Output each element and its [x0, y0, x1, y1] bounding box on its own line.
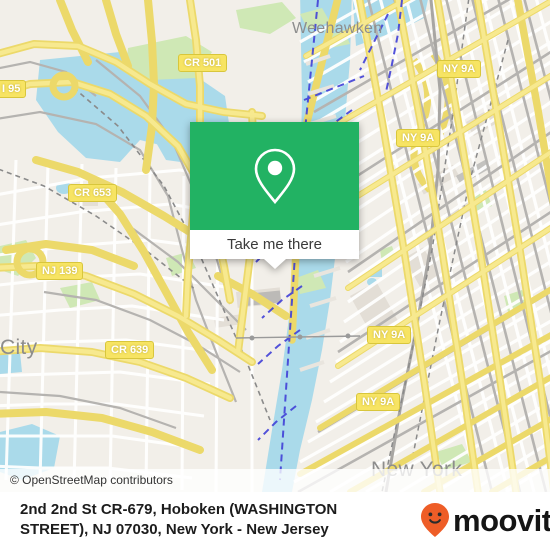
caption-line-1: 2nd 2nd St CR-679, Hoboken (WASHINGTON — [20, 501, 338, 518]
city-label-jersey-city: City — [0, 336, 38, 359]
road-shield-cr501: CR 501 — [178, 54, 228, 72]
map-popup-card[interactable]: Take me there — [190, 122, 359, 269]
road-shield-i95: I 95 — [0, 80, 27, 98]
road-shield-ny9a-3: NY 9A — [367, 326, 412, 344]
map-attribution-bar: © OpenStreetMap contributors — [0, 469, 550, 492]
city-label-weehawken: Weehawken — [292, 20, 383, 37]
road-shield-cr653: CR 653 — [68, 184, 118, 202]
take-me-there-button[interactable]: Take me there — [227, 236, 322, 253]
map-pin-icon — [254, 148, 295, 205]
road-shield-nj139: NJ 139 — [36, 262, 84, 280]
popup-header — [190, 122, 359, 230]
caption-line-2: STREET), NJ 07030, New York - New Jersey — [20, 521, 329, 538]
road-shield-ny9a-4: NY 9A — [356, 393, 401, 411]
popup-tail — [263, 259, 286, 269]
map-screenshot: Weehawken New York City I 95 CR 501 CR 6… — [0, 0, 550, 550]
moovit-smiley-pin-icon — [421, 503, 449, 537]
road-shield-ny9a-2: NY 9A — [396, 129, 441, 147]
road-shield-ny9a-1: NY 9A — [437, 60, 482, 78]
moovit-logo[interactable]: moovit — [420, 502, 550, 538]
popup-action-bar[interactable]: Take me there — [190, 230, 359, 259]
road-shield-cr639: CR 639 — [105, 341, 155, 359]
location-caption: 2nd 2nd St CR-679, Hoboken (WASHINGTON S… — [20, 500, 380, 540]
moovit-wordmark: moovit — [453, 502, 550, 538]
attribution-text: © OpenStreetMap contributors — [10, 473, 173, 487]
